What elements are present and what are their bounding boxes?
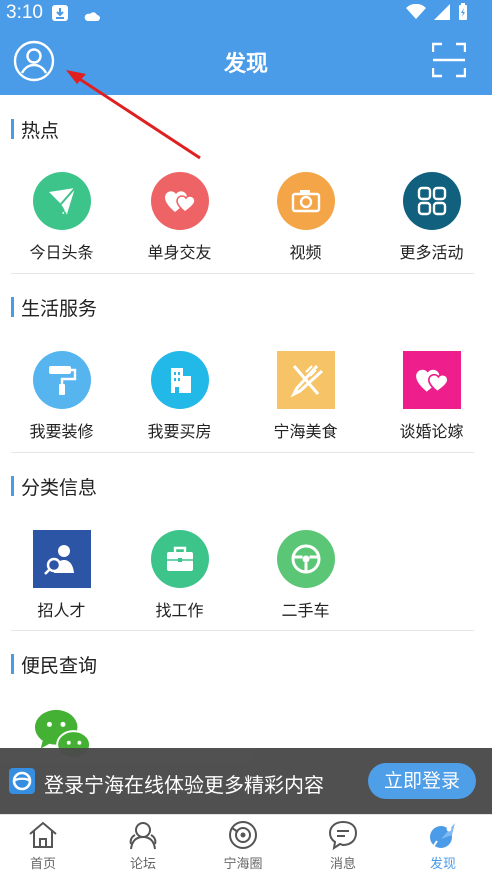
- login-now-button[interactable]: 立即登录: [368, 763, 476, 799]
- item-decoration[interactable]: 我要装修: [0, 351, 123, 442]
- item-label: 招人才: [37, 601, 86, 620]
- section-title-hot: 热点: [11, 118, 60, 142]
- circle-icon: [227, 819, 259, 851]
- item-ninghai-food[interactable]: 宁海美食: [244, 351, 367, 442]
- item-label: 谈婚论嫁: [399, 422, 464, 441]
- item-label: 视频: [289, 243, 322, 262]
- wifi-icon: [406, 4, 426, 19]
- item-label: 宁海美食: [273, 422, 338, 441]
- section-accent: [11, 119, 14, 139]
- section-label: 分类信息: [21, 476, 98, 499]
- item-video[interactable]: 视频: [244, 172, 367, 263]
- item-more-events[interactable]: 更多活动: [370, 172, 492, 263]
- paper-plane-icon: [32, 172, 91, 230]
- hearts-icon: [150, 172, 209, 230]
- status-bar: 3:10: [0, 0, 492, 26]
- section-label: 便民查询: [21, 654, 98, 677]
- forum-icon: [127, 819, 159, 851]
- section-accent: [11, 476, 14, 496]
- section-label: 生活服务: [21, 297, 98, 320]
- utensils-icon: [276, 351, 335, 409]
- item-marriage[interactable]: 谈婚论嫁: [370, 351, 492, 442]
- cloud-icon: [84, 7, 100, 26]
- building-icon: [150, 351, 209, 409]
- camera-icon: [276, 172, 335, 230]
- tab-label: 首页: [29, 857, 56, 871]
- section-divider: [11, 452, 474, 453]
- tab-label: 发现: [429, 857, 456, 871]
- grid-icon: [402, 172, 461, 230]
- paint-roller-icon: [32, 351, 91, 409]
- tab-messages[interactable]: 消息: [294, 819, 392, 871]
- item-label: 我要买房: [147, 422, 212, 441]
- recruit-icon: [32, 530, 91, 588]
- app-logo-icon: [9, 768, 35, 794]
- message-icon: [327, 819, 359, 851]
- section-divider: [11, 273, 474, 274]
- tab-forum[interactable]: 论坛: [94, 819, 192, 871]
- section-accent: [11, 297, 14, 317]
- tab-ninghai-circle[interactable]: 宁海圈: [194, 819, 292, 871]
- status-time: 3:10: [6, 2, 43, 23]
- section-accent: [11, 654, 14, 674]
- login-banner: 登录宁海在线体验更多精彩内容 立即登录: [0, 748, 492, 814]
- battery-icon: [459, 3, 467, 20]
- tab-label: 宁海圈: [223, 857, 263, 871]
- item-label: 我要装修: [29, 422, 94, 441]
- bottom-tabbar: 首页 论坛 宁海圈 消息 发现: [0, 814, 492, 871]
- item-label: 今日头条: [29, 243, 94, 262]
- page-title: 发现: [223, 52, 268, 77]
- tab-label: 消息: [329, 857, 356, 871]
- item-label: 单身交友: [147, 243, 212, 262]
- item-find-job[interactable]: 找工作: [118, 530, 241, 621]
- steering-wheel-icon: [276, 530, 335, 588]
- signal-icon: [434, 4, 450, 20]
- section-title-classified: 分类信息: [11, 475, 98, 499]
- app-header: 发现: [0, 26, 492, 95]
- download-icon: [52, 5, 68, 21]
- item-label: 找工作: [155, 601, 204, 620]
- hearts-icon: [402, 351, 461, 409]
- tab-label: 论坛: [129, 857, 156, 871]
- item-singles[interactable]: 单身交友: [118, 172, 241, 263]
- section-title-convenience: 便民查询: [11, 653, 98, 677]
- scan-icon[interactable]: [431, 42, 467, 78]
- status-icons: [406, 3, 468, 21]
- section-label: 热点: [21, 119, 60, 142]
- tab-discover[interactable]: 发现: [394, 819, 492, 871]
- item-used-car[interactable]: 二手车: [244, 530, 367, 621]
- section-divider: [11, 630, 474, 631]
- item-today-headlines[interactable]: 今日头条: [0, 172, 123, 263]
- section-title-life: 生活服务: [11, 296, 98, 320]
- home-icon: [27, 819, 59, 851]
- briefcase-icon: [150, 530, 209, 588]
- item-recruit[interactable]: 招人才: [0, 530, 123, 621]
- item-buy-house[interactable]: 我要买房: [118, 351, 241, 442]
- item-label: 更多活动: [399, 243, 464, 262]
- rocket-icon: [427, 819, 459, 851]
- tab-home[interactable]: 首页: [0, 819, 92, 871]
- item-label: 二手车: [281, 601, 330, 620]
- login-message: 登录宁海在线体验更多精彩内容: [44, 773, 324, 797]
